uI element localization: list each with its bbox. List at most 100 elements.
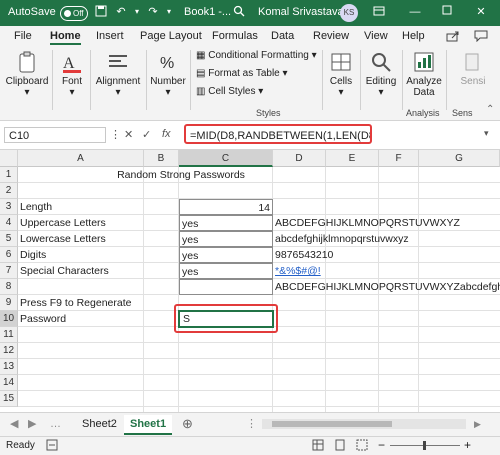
- cell-c3[interactable]: 14: [179, 199, 273, 215]
- clipboard-group[interactable]: Clipboard ▾: [4, 48, 50, 116]
- row-header-1[interactable]: 1: [0, 167, 18, 183]
- page-layout-view-icon[interactable]: [334, 439, 346, 454]
- share-icon[interactable]: [446, 30, 460, 45]
- row-header-5[interactable]: 5: [0, 231, 18, 247]
- page-break-view-icon[interactable]: [356, 439, 368, 454]
- cells-group[interactable]: Cells ▾: [324, 48, 358, 116]
- alignment-group[interactable]: Alignment ▾: [92, 48, 144, 116]
- tab-help[interactable]: Help: [402, 30, 425, 42]
- normal-view-icon[interactable]: [312, 439, 324, 454]
- scroll-tabs-right-icon[interactable]: ▶: [22, 415, 42, 433]
- row-header-10[interactable]: 10: [0, 311, 18, 327]
- maximize-icon[interactable]: [440, 5, 454, 19]
- ribbon-display-options-icon[interactable]: [372, 5, 386, 19]
- zoom-slider-thumb[interactable]: [423, 441, 426, 450]
- sheet-title-cell[interactable]: Random Strong Passwords: [18, 167, 344, 183]
- format-as-table-button[interactable]: ▤ Format as Table ▾: [196, 68, 288, 79]
- more-sheets-icon[interactable]: …: [44, 415, 67, 433]
- row-header-3[interactable]: 3: [0, 199, 18, 215]
- accessibility-icon[interactable]: [46, 439, 58, 454]
- cell-styles-button[interactable]: ▥ Cell Styles ▾: [196, 86, 263, 97]
- sheet-tab-sheet1[interactable]: Sheet1: [124, 415, 173, 435]
- tab-view[interactable]: View: [364, 30, 388, 42]
- row-header-13[interactable]: 13: [0, 359, 18, 375]
- column-header-b[interactable]: B: [144, 150, 179, 167]
- tab-review[interactable]: Review: [313, 30, 349, 42]
- cell-c6[interactable]: yes: [179, 247, 273, 263]
- minimize-icon[interactable]: —: [408, 5, 422, 19]
- cell-a5[interactable]: Lowercase Letters: [18, 231, 144, 247]
- name-box[interactable]: C10: [4, 127, 106, 143]
- zoom-out-icon[interactable]: −: [378, 438, 385, 452]
- row-header-11[interactable]: 11: [0, 327, 18, 343]
- scrollbar-thumb[interactable]: [272, 421, 392, 427]
- row-header-9[interactable]: 9: [0, 295, 18, 311]
- column-header-c[interactable]: C: [179, 150, 273, 167]
- cell-d5[interactable]: abcdefghijklmnopqrstuvwxyz: [273, 231, 500, 247]
- row-header-4[interactable]: 4: [0, 215, 18, 231]
- tab-formulas[interactable]: Formulas: [212, 30, 258, 42]
- font-group[interactable]: A Font ▾: [54, 48, 90, 116]
- cancel-entry-icon[interactable]: ✕: [124, 128, 133, 141]
- confirm-entry-icon[interactable]: ✓: [142, 128, 151, 141]
- number-group[interactable]: % Number ▾: [148, 48, 188, 116]
- customize-toolbar-icon[interactable]: ▾: [162, 5, 176, 19]
- editing-group[interactable]: Editing ▾: [362, 48, 400, 116]
- zoom-slider[interactable]: [390, 441, 460, 450]
- undo-icon[interactable]: ↶: [114, 5, 128, 19]
- tab-options-icon[interactable]: ⋮: [240, 415, 263, 433]
- close-icon[interactable]: ✕: [474, 5, 488, 19]
- scroll-right-icon[interactable]: ▶: [468, 415, 487, 433]
- cell-c4[interactable]: yes: [179, 215, 273, 231]
- cell-d8[interactable]: ABCDEFGHIJKLMNOPQRSTUVWXYZabcdefghijkl: [273, 279, 500, 295]
- avatar[interactable]: KS: [340, 4, 358, 22]
- add-sheet-icon[interactable]: ⊕: [176, 415, 199, 433]
- redo-icon[interactable]: ↷: [146, 5, 160, 19]
- row-header-7[interactable]: 7: [0, 263, 18, 279]
- sheet-tab-sheet2[interactable]: Sheet2: [76, 415, 123, 433]
- row-header-15[interactable]: 15: [0, 391, 18, 407]
- spreadsheet-grid[interactable]: A B C D E F G 1 2 3 4 5 6 7 8 9 10 11 12…: [0, 150, 500, 412]
- formula-input[interactable]: =MID(D8,RANDBETWEEN(1,LEN(D8)),1): [184, 124, 372, 144]
- analyze-data-button[interactable]: Analyze Data: [404, 48, 444, 116]
- expand-formula-bar-icon[interactable]: ▾: [484, 128, 489, 139]
- tab-file[interactable]: File: [14, 30, 32, 42]
- row-header-14[interactable]: 14: [0, 375, 18, 391]
- column-header-d[interactable]: D: [273, 150, 326, 167]
- search-icon[interactable]: [232, 5, 246, 19]
- chevron-down-icon[interactable]: ▾: [130, 5, 144, 19]
- autosave-toggle[interactable]: Off: [60, 6, 88, 21]
- cell-d6[interactable]: 9876543210: [273, 247, 373, 263]
- column-header-e[interactable]: E: [326, 150, 379, 167]
- column-header-g[interactable]: G: [419, 150, 500, 167]
- cell-a10[interactable]: Password: [18, 311, 144, 327]
- row-header-12[interactable]: 12: [0, 343, 18, 359]
- cell-d4[interactable]: ABCDEFGHIJKLMNOPQRSTUVWXYZ: [273, 215, 500, 231]
- cell-a6[interactable]: Digits: [18, 247, 144, 263]
- cell-a9[interactable]: Press F9 to Regenerate: [18, 295, 178, 311]
- cell-a7[interactable]: Special Characters: [18, 263, 144, 279]
- cell-c7[interactable]: yes: [179, 263, 273, 279]
- horizontal-scrollbar[interactable]: [262, 419, 466, 429]
- zoom-in-icon[interactable]: +: [464, 438, 471, 452]
- tab-home[interactable]: Home: [50, 30, 81, 45]
- tab-page-layout[interactable]: Page Layout: [140, 30, 202, 42]
- row-header-2[interactable]: 2: [0, 183, 18, 199]
- column-header-a[interactable]: A: [18, 150, 144, 167]
- cell-c8[interactable]: [179, 279, 273, 295]
- tab-insert[interactable]: Insert: [96, 30, 124, 42]
- row-header-6[interactable]: 6: [0, 247, 18, 263]
- cell-a4[interactable]: Uppercase Letters: [18, 215, 144, 231]
- conditional-formatting-button[interactable]: ▦ Conditional Formatting ▾: [196, 50, 317, 61]
- collapse-ribbon-icon[interactable]: ⌃: [486, 104, 494, 115]
- cell-d7[interactable]: *&%$#@!: [273, 263, 373, 279]
- save-icon[interactable]: [94, 5, 108, 19]
- cell-c5[interactable]: yes: [179, 231, 273, 247]
- insert-function-icon[interactable]: fx: [162, 128, 171, 140]
- comments-icon[interactable]: [474, 30, 488, 45]
- select-all-corner[interactable]: [0, 150, 18, 167]
- more-options-icon[interactable]: ⋮: [110, 128, 121, 141]
- column-header-f[interactable]: F: [379, 150, 419, 167]
- cell-a3[interactable]: Length: [18, 199, 144, 215]
- row-header-8[interactable]: 8: [0, 279, 18, 295]
